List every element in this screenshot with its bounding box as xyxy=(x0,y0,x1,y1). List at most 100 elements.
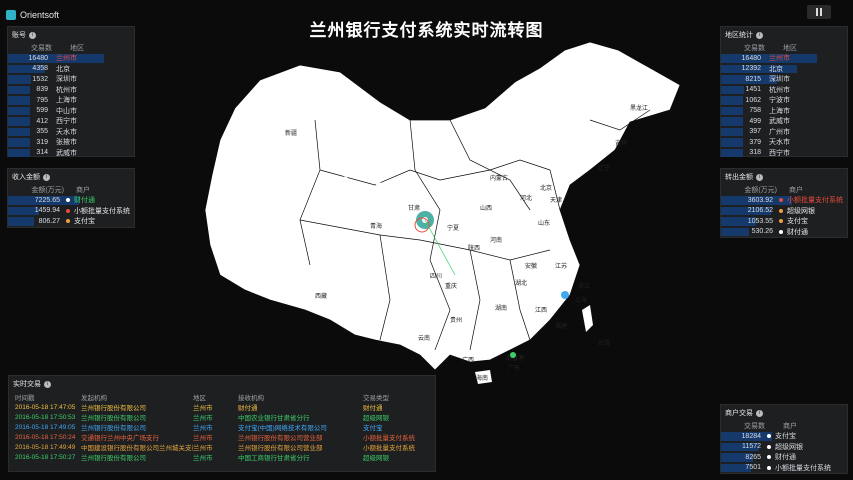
info-icon[interactable]: i xyxy=(756,409,763,417)
item-value: 18284 xyxy=(741,432,761,440)
cell-region: 兰州市 xyxy=(193,435,213,442)
list-item[interactable]: 314 武威市 xyxy=(8,148,134,159)
info-icon[interactable]: i xyxy=(44,380,51,388)
cell-to: 兰州银行股份有限公司营业部 xyxy=(238,435,323,442)
panel-header: 转出金额 i xyxy=(721,169,847,185)
list-item[interactable]: 806.27 支付宝 xyxy=(8,216,134,227)
table-header: 时间戳 发起机构 地区 接收机构 交易类型 xyxy=(9,392,435,402)
cell-from: 中国建设银行股份有限公司兰州城关支行 xyxy=(81,445,193,452)
list-item[interactable]: 16480 兰州市 xyxy=(8,53,134,64)
list-item[interactable]: 3603.92 小额批量支付系统 xyxy=(721,195,847,206)
map-label: 山东 xyxy=(538,219,550,227)
list-item[interactable]: 2106.52 超级网银 xyxy=(721,206,847,217)
item-value: 318 xyxy=(749,149,761,157)
list-item[interactable]: 412 西宁市 xyxy=(8,116,134,127)
list-item[interactable]: 11572 超级网银 xyxy=(721,442,847,453)
col-from: 发起机构 xyxy=(81,395,107,402)
cell-to: 支付宝(中国)网络技术有限公司 xyxy=(238,425,327,432)
table-row[interactable]: 2016-05-18 17:49:05 兰州银行股份有限公司 兰州市 支付宝(中国)网… xyxy=(9,422,435,433)
list-item[interactable]: 7501 小额批量支付系统 xyxy=(721,463,847,474)
panel-columns: 交易数 地区 xyxy=(8,43,134,53)
list-item[interactable]: 795 上海市 xyxy=(8,95,134,106)
item-value: 530.26 xyxy=(751,228,773,236)
panel-title: 商户交易 xyxy=(725,410,753,417)
panel-header: 地区统计 i xyxy=(721,27,847,43)
list-item[interactable]: 8265 财付通 xyxy=(721,452,847,463)
list-item[interactable]: 839 杭州市 xyxy=(8,85,134,96)
list-item[interactable]: 499 武威市 xyxy=(721,116,847,127)
item-value: 379 xyxy=(749,138,761,146)
list-item[interactable]: 355 天水市 xyxy=(8,127,134,138)
list-item[interactable]: 1053.55 支付宝 xyxy=(721,216,847,227)
panel-rows: 16480 兰州市 12392 北京 8215 深圳市 1451 杭州市 1062 宁波市 758 上… xyxy=(721,53,847,158)
item-name: 超级网银 xyxy=(775,443,803,451)
item-value: 412 xyxy=(36,117,48,125)
item-name: 西宁市 xyxy=(56,118,77,126)
panel-header: 实时交易 i xyxy=(9,376,435,392)
table-row[interactable]: 2016-05-18 17:49:49 中国建设银行股份有限公司兰州城关支行 兰州市… xyxy=(9,442,435,453)
cell-to: 兰州银行股份有限公司营业部 xyxy=(238,445,323,452)
cell-time: 2016-05-18 17:50:27 xyxy=(15,453,76,461)
panel-columns: 金额(万元) 商户 xyxy=(721,185,847,195)
item-value: 1459.94 xyxy=(34,207,60,215)
item-name: 北京 xyxy=(56,65,70,73)
list-item[interactable]: 8215 深圳市 xyxy=(721,74,847,85)
info-icon[interactable]: i xyxy=(756,31,763,39)
list-item[interactable]: 318 西宁市 xyxy=(721,148,847,159)
list-item[interactable]: 12392 北京 xyxy=(721,64,847,75)
map-label: 宁夏 xyxy=(447,224,459,232)
info-icon[interactable]: i xyxy=(756,173,763,181)
list-item[interactable]: 1459.94 小额批量支付系统 xyxy=(8,206,134,217)
map-label: 重庆 xyxy=(445,282,457,290)
item-name: 财付通 xyxy=(775,454,796,462)
panel-title: 地区统计 xyxy=(725,32,753,39)
map-label: 湖南 xyxy=(495,304,507,312)
map-label: 福建 xyxy=(555,322,567,330)
table-row[interactable]: 2016-05-18 17:47:05 兰州银行股份有限公司 兰州市 财付通 财付通 xyxy=(9,402,435,413)
table-row[interactable]: 2016-05-18 17:50:27 兰州银行股份有限公司 兰州市 中国工商银行甘肃… xyxy=(9,452,435,463)
info-icon[interactable]: i xyxy=(29,31,36,39)
item-name: 武威市 xyxy=(769,118,790,126)
item-name: 天水市 xyxy=(769,139,790,147)
list-item[interactable]: 1062 宁波市 xyxy=(721,95,847,106)
map-label: 山西 xyxy=(480,204,492,212)
list-item[interactable]: 4358 北京 xyxy=(8,64,134,75)
list-item[interactable]: 1532 深圳市 xyxy=(8,74,134,85)
table-row[interactable]: 2016-05-18 17:50:24 交通银行兰州中央广场支行 兰州市 兰州银行股份… xyxy=(9,432,435,443)
table-row[interactable]: 2016-05-18 17:50:53 兰州银行股份有限公司 兰州市 中国农业银行甘肃… xyxy=(9,412,435,423)
item-value: 2106.52 xyxy=(747,207,773,215)
item-name: 杭州市 xyxy=(56,86,77,94)
list-item[interactable]: 18284 支付宝 xyxy=(721,431,847,442)
info-icon[interactable]: i xyxy=(43,173,50,181)
item-name: 超级网银 xyxy=(787,207,815,215)
cell-from: 交通银行兰州中央广场支行 xyxy=(81,435,159,442)
item-value: 16480 xyxy=(741,54,761,62)
china-map: 新疆西藏 青海 甘肃四川云南 贵州广西广东 湖南 江西福建 浙江 江苏 安徽湖北 河南 山西陕西 宁夏… xyxy=(204,41,681,384)
item-name: 小额批量支付系统 xyxy=(74,207,130,215)
item-value: 314 xyxy=(36,149,48,157)
cell-from: 兰州银行股份有限公司 xyxy=(81,415,146,422)
cell-to: 财付通 xyxy=(238,405,258,412)
cell-from: 兰州银行股份有限公司 xyxy=(81,405,146,412)
item-name: 财付通 xyxy=(74,197,95,205)
list-item[interactable]: 379 天水市 xyxy=(721,137,847,148)
list-item[interactable]: 397 广州市 xyxy=(721,127,847,138)
list-item[interactable]: 1451 杭州市 xyxy=(721,85,847,96)
col-name-header: 商户 xyxy=(76,187,90,194)
list-item[interactable]: 16480 兰州市 xyxy=(721,53,847,64)
list-item[interactable]: 7225.65 财付通 xyxy=(8,195,134,206)
cell-type: 小额批量支付系统 xyxy=(363,435,415,442)
panel-mid-right: 转出金额 i 金额(万元) 商户 3603.92 小额批量支付系统 2106.52 超级网… xyxy=(720,168,848,238)
list-item[interactable]: 530.26 财付通 xyxy=(721,227,847,238)
pause-button[interactable] xyxy=(807,5,831,19)
col-type: 交易类型 xyxy=(363,395,389,402)
map-label: 吉林 xyxy=(615,139,627,147)
taiwan-island xyxy=(582,305,593,332)
map-label: 海南 xyxy=(476,374,488,382)
panel-title: 收入金额 xyxy=(12,174,40,181)
panel-columns: 交易数 地区 xyxy=(721,43,847,53)
list-item[interactable]: 758 上海市 xyxy=(721,106,847,117)
list-item[interactable]: 319 张掖市 xyxy=(8,137,134,148)
map-label: 四川 xyxy=(430,273,442,280)
list-item[interactable]: 599 中山市 xyxy=(8,106,134,117)
